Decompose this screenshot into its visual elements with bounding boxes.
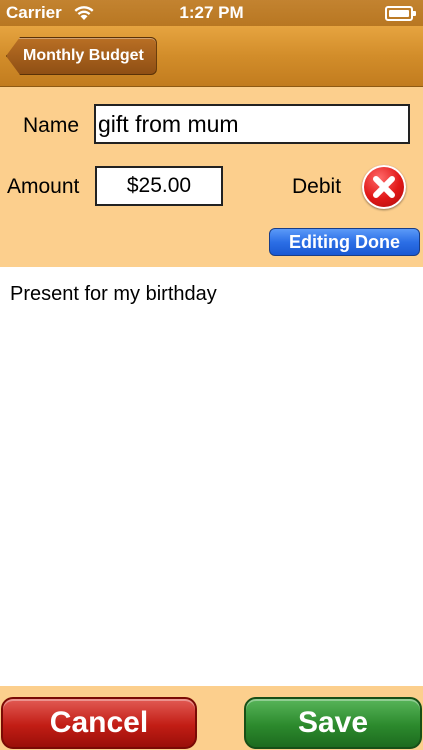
- notes-textarea[interactable]: Present for my birthday: [0, 267, 423, 687]
- bottom-action-bar: Cancel Save: [0, 686, 423, 750]
- entry-form: Name Amount $25.00 Debit Editing Done: [0, 87, 423, 267]
- editing-done-button[interactable]: Editing Done: [269, 228, 420, 256]
- cancel-button[interactable]: Cancel: [1, 697, 197, 749]
- status-bar: Carrier 1:27 PM: [0, 0, 423, 26]
- amount-field[interactable]: $25.00: [95, 166, 223, 206]
- battery-icon: [385, 6, 416, 21]
- clock: 1:27 PM: [179, 3, 244, 22]
- name-label: Name: [23, 114, 80, 137]
- amount-label: Amount: [7, 175, 80, 198]
- name-input[interactable]: [94, 104, 410, 144]
- notes-text: Present for my birthday: [10, 283, 217, 305]
- back-button[interactable]: Monthly Budget: [6, 37, 157, 75]
- close-icon: [373, 176, 395, 198]
- debit-label: Debit: [292, 175, 342, 198]
- navigation-bar: Monthly Budget: [0, 26, 423, 87]
- debit-toggle-close-icon[interactable]: [362, 165, 406, 209]
- save-button[interactable]: Save: [244, 697, 422, 749]
